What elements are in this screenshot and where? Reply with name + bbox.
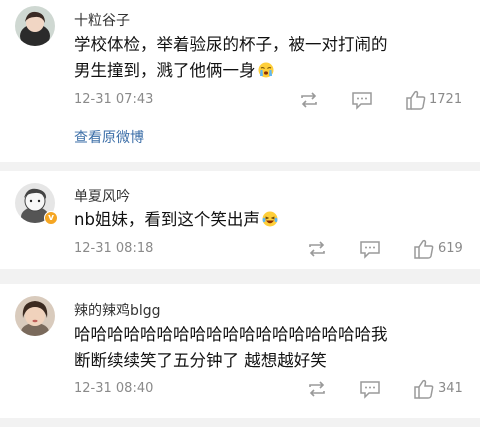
repost-icon[interactable] [298,90,320,110]
comment-text: 学校体检，举着验尿的杯子，被一对打闹的 男生撞到，溅了他俩一身 [74,32,464,84]
comment-line: 学校体检，举着验尿的杯子，被一对打闹的 [74,35,388,54]
avatar[interactable] [15,6,55,46]
comment-line: 男生撞到，溅了他俩一身 [74,58,464,84]
like-count: 619 [438,241,463,256]
username[interactable]: 单夏风吟 [74,186,130,206]
comment-icon[interactable] [351,90,373,110]
repost-icon[interactable] [306,379,328,399]
thumbs-up-icon[interactable] [413,379,435,399]
timestamp: 12-31 07:43 [74,92,154,107]
comment-card: 十粒谷子 学校体检，举着验尿的杯子，被一对打闹的 男生撞到，溅了他俩一身 12-… [0,0,480,162]
comment-card: v 单夏风吟 nb姐妹，看到这个笑出声 12-31 08:18 619 [0,171,480,269]
like-count: 341 [438,381,463,396]
timestamp: 12-31 08:40 [74,381,154,396]
comment-icon[interactable] [359,239,381,259]
verified-badge-icon: v [44,211,58,225]
username[interactable]: 辣的辣鸡blgg [74,300,161,320]
comment-icon[interactable] [359,379,381,399]
comment-meta: 12-31 07:43 1721 [74,90,470,110]
comment-meta: 12-31 08:40 341 [74,379,470,399]
thumbs-up-icon[interactable] [405,90,427,110]
repost-icon[interactable] [306,239,328,259]
avatar[interactable] [15,296,55,336]
timestamp: 12-31 08:18 [74,241,154,256]
like-count: 1721 [429,92,463,107]
laughing-tears-emoji [262,209,278,227]
comment-line: 哈哈哈哈哈哈哈哈哈哈哈哈哈哈哈哈哈哈我 [74,325,388,344]
comment-card: 辣的辣鸡blgg 哈哈哈哈哈哈哈哈哈哈哈哈哈哈哈哈哈哈我 断断续续笑了五分钟了 … [0,284,480,418]
username[interactable]: 十粒谷子 [74,10,130,30]
view-original-weibo-link[interactable]: 查看原微博 [74,127,144,147]
comment-text: 哈哈哈哈哈哈哈哈哈哈哈哈哈哈哈哈哈哈我 断断续续笑了五分钟了 越想越好笑 [74,322,464,374]
comment-line: 断断续续笑了五分钟了 越想越好笑 [74,351,327,370]
thumbs-up-icon[interactable] [413,239,435,259]
comment-text: nb姐妹，看到这个笑出声 [74,207,464,233]
comment-meta: 12-31 08:18 619 [74,239,470,259]
crying-face-emoji [258,60,274,78]
comment-line: nb姐妹，看到这个笑出声 [74,207,464,233]
